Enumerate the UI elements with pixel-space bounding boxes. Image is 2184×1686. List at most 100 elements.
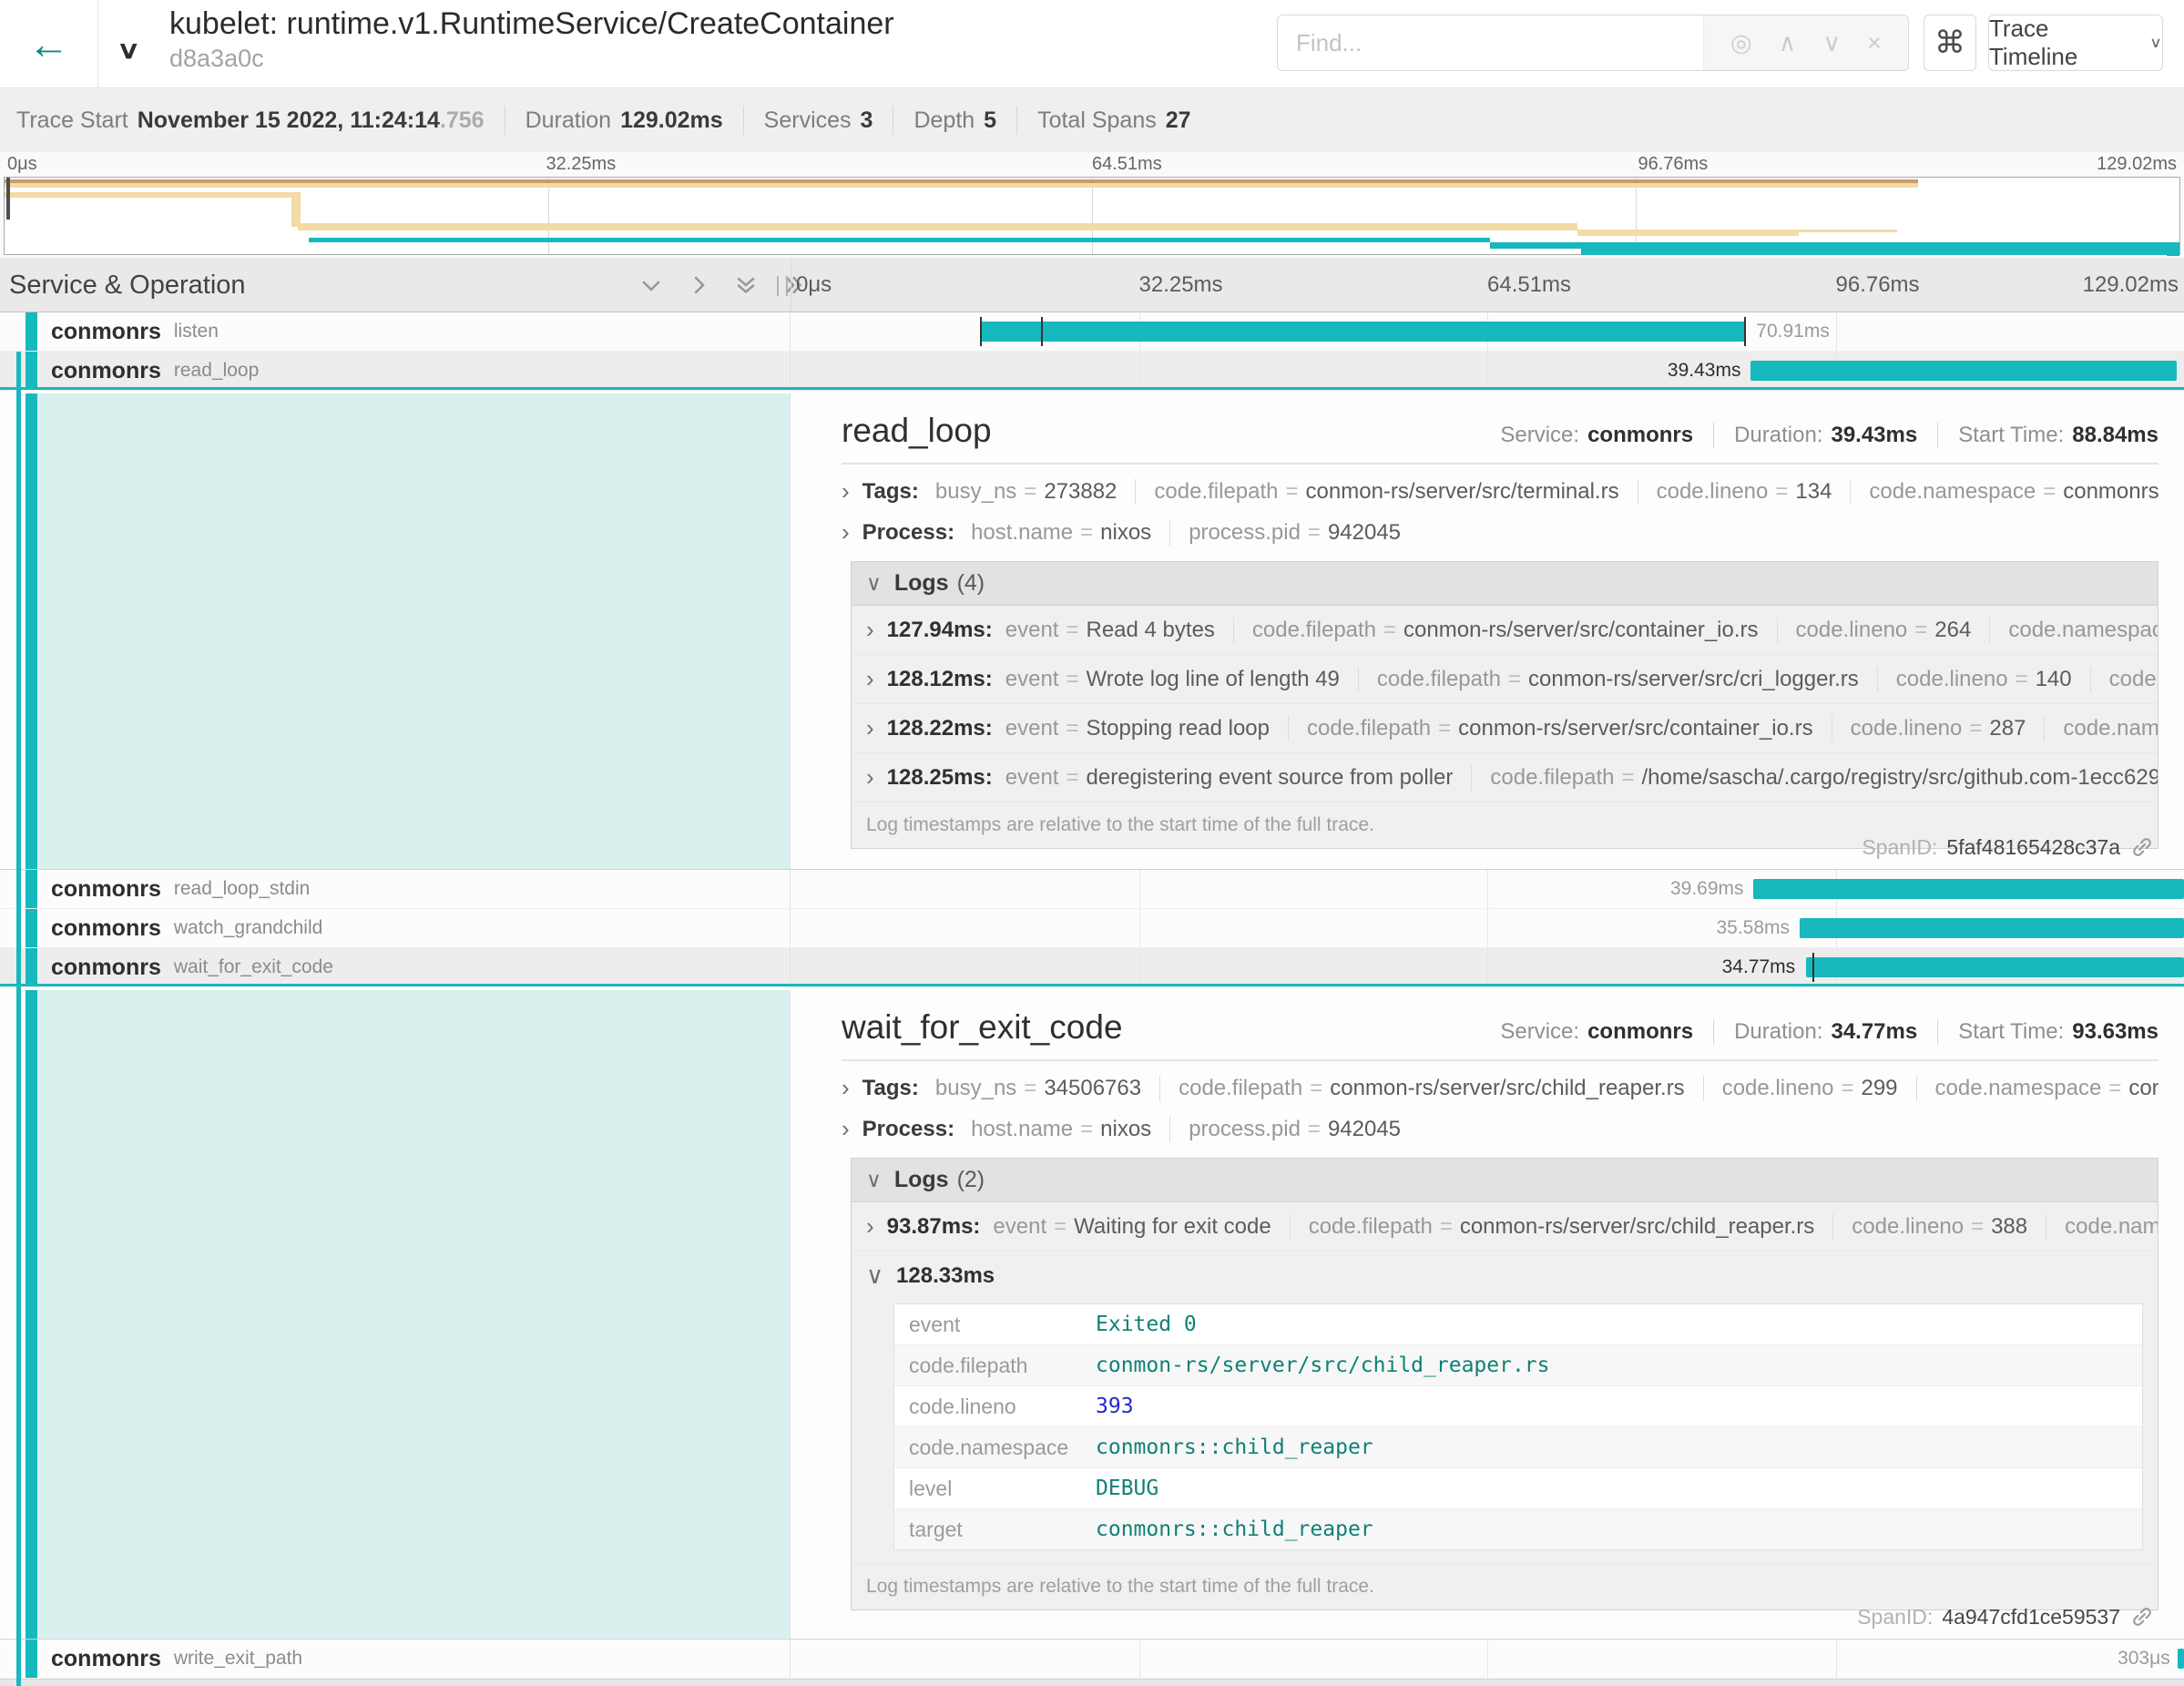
chevron-down-icon: ∨ xyxy=(866,1168,882,1192)
span-id-value: 5faf48165428c37a xyxy=(1946,835,2120,860)
logs-accordion-header[interactable]: ∨ Logs (2) xyxy=(852,1159,2158,1202)
span-row-read-loop[interactable]: conmonrs read_loop 39.43ms xyxy=(0,352,2184,391)
find-prev-icon[interactable]: ∧ xyxy=(1779,29,1797,57)
minimap-gridline xyxy=(548,178,549,254)
process-chip: host.name=nixos xyxy=(971,520,1151,546)
process-chip: process.pid=942045 xyxy=(1169,1117,1401,1142)
logs-section: ∨ Logs (4) › 127.94ms: event=Read 4 byte… xyxy=(851,561,2158,849)
minimap-scrubber-handle[interactable] xyxy=(6,178,10,220)
back-button[interactable]: ← xyxy=(0,0,98,87)
table-row: code.namespaceconmonrs::child_reaper xyxy=(894,1427,2142,1468)
span-log-tick xyxy=(1744,317,1746,346)
span-row-read-loop-stdin[interactable]: conmonrs read_loop_stdin 39.69ms xyxy=(0,870,2184,909)
log-row[interactable]: › 128.22ms: event=Stopping read loop cod… xyxy=(852,703,2158,752)
span-timeline-cell[interactable]: 34.77ms xyxy=(791,948,2184,986)
collapse-all-icon[interactable] xyxy=(732,271,760,299)
tags-accordion[interactable]: › Tags: busy_ns=273882 code.filepath=con… xyxy=(842,477,2158,506)
log-row[interactable]: › 127.94ms: event=Read 4 bytes code.file… xyxy=(852,606,2158,654)
find-next-icon[interactable]: ∨ xyxy=(1822,29,1841,57)
find-clear-icon[interactable]: × xyxy=(1867,29,1882,57)
collapse-one-icon[interactable] xyxy=(638,271,665,299)
find-input[interactable] xyxy=(1278,15,1703,70)
tags-accordion[interactable]: › Tags: busy_ns=34506763 code.filepath=c… xyxy=(842,1074,2158,1102)
tag-chip: code.filepath=conmon-rs/server/src/child… xyxy=(1159,1076,1685,1101)
timeline-column-header: Service & Operation 0μs 32.25ms 64.51ms … xyxy=(0,258,2184,312)
service-color-bar xyxy=(26,948,37,986)
timeline-gridline xyxy=(1487,352,1488,390)
log-chip: event=Read 4 bytes xyxy=(1005,618,1215,643)
detail-meta: Service:conmonrs Duration:34.77ms Start … xyxy=(1500,1019,2158,1045)
span-name-cell[interactable]: conmonrs read_loop xyxy=(0,352,791,390)
minimap-tick: 96.76ms xyxy=(1638,154,1709,175)
operation-name: write_exit_path xyxy=(174,1648,302,1670)
span-id-label: SpanID: xyxy=(1857,1605,1933,1630)
span-bar[interactable] xyxy=(1806,957,2184,977)
span-id-row: SpanID: 4a947cfd1ce59537 xyxy=(1857,1604,2155,1630)
trace-collapse-toggle[interactable]: ∨ xyxy=(117,36,140,65)
span-name-cell[interactable]: conmonrs listen xyxy=(0,312,791,351)
span-log-tick xyxy=(1812,953,1814,982)
minimap-span-bar xyxy=(298,223,1577,230)
span-name-cell[interactable]: conmonrs wait_for_exit_code xyxy=(0,948,791,986)
detail-body: read_loop Service:conmonrs Duration:39.4… xyxy=(791,393,2184,869)
span-log-tick xyxy=(1041,317,1043,346)
span-row-listen[interactable]: conmonrs listen 70.91ms xyxy=(0,312,2184,352)
span-name-cell[interactable]: conmonrs watch_grandchild xyxy=(0,909,791,947)
link-icon[interactable] xyxy=(2129,834,2155,860)
span-timeline-cell[interactable]: 39.43ms xyxy=(791,352,2184,390)
span-bar[interactable] xyxy=(1753,879,2184,899)
span-id-label: SpanID: xyxy=(1862,835,1937,860)
span-row-write-exit-path[interactable]: conmonrs write_exit_path 303μs xyxy=(0,1640,2184,1679)
log-chip: code.lineno=388 xyxy=(1832,1214,2027,1240)
span-duration-label: 39.43ms xyxy=(1668,360,1741,382)
service-color-bar xyxy=(26,870,37,908)
span-row-watch-grandchild[interactable]: conmonrs watch_grandchild 35.58ms xyxy=(0,909,2184,948)
process-accordion[interactable]: › Process: host.name=nixos process.pid=9… xyxy=(842,1115,2158,1143)
detail-duration: Duration:39.43ms xyxy=(1713,423,1917,448)
log-chip: code.filepath=conmon-rs/server/src/conta… xyxy=(1233,618,1759,643)
command-key-icon: ⌘ xyxy=(1934,25,1965,61)
trace-view-selector[interactable]: Trace Timeline ∨ xyxy=(1988,15,2163,71)
column-resize-grip[interactable] xyxy=(777,276,788,296)
log-row[interactable]: › 93.87ms: event=Waiting for exit code c… xyxy=(852,1202,2158,1251)
span-timeline-cell[interactable]: 39.69ms xyxy=(791,870,2184,908)
service-color-bar xyxy=(26,352,37,390)
span-bar[interactable] xyxy=(980,322,1746,342)
detail-title: read_loop xyxy=(842,412,992,450)
timeline-tick: 96.76ms xyxy=(1836,272,1920,298)
process-label: Process: xyxy=(862,520,954,546)
tag-chip: code.filepath=conmon-rs/server/src/termi… xyxy=(1135,479,1618,505)
span-tree-rail xyxy=(16,352,21,1686)
scope-match-icon[interactable]: ◎ xyxy=(1730,29,1752,57)
timeline-gridline xyxy=(1836,1640,1837,1678)
span-name-cell[interactable]: conmonrs write_exit_path xyxy=(0,1640,791,1678)
operation-name: read_loop xyxy=(174,360,259,382)
process-accordion[interactable]: › Process: host.name=nixos process.pid=9… xyxy=(842,518,2158,547)
trace-minimap[interactable]: 0μs 32.25ms 64.51ms 96.76ms 129.02ms xyxy=(0,152,2184,258)
span-row-wait-for-exit-code[interactable]: conmonrs wait_for_exit_code 34.77ms xyxy=(0,948,2184,987)
span-duration-label: 39.69ms xyxy=(1670,878,1744,900)
depth-value: 5 xyxy=(984,107,996,134)
span-timeline-cell[interactable]: 70.91ms xyxy=(791,312,2184,351)
log-row[interactable]: › 128.12ms: event=Wrote log line of leng… xyxy=(852,654,2158,703)
log-chip: event=Stopping read loop xyxy=(1005,716,1270,741)
span-name-cell[interactable]: conmonrs read_loop_stdin xyxy=(0,870,791,908)
services-label: Services xyxy=(764,107,852,134)
detail-duration: Duration:34.77ms xyxy=(1713,1019,1917,1045)
span-timeline-cell[interactable]: 35.58ms xyxy=(791,909,2184,947)
span-bar[interactable] xyxy=(1800,918,2184,938)
chevron-down-icon: ∨ xyxy=(866,1262,883,1290)
app-header: ← ∨ kubelet: runtime.v1.RuntimeService/C… xyxy=(0,0,2184,88)
minimap-canvas[interactable] xyxy=(4,177,2180,255)
log-row-expanded[interactable]: ∨ 128.33ms xyxy=(852,1251,2158,1300)
span-bar[interactable] xyxy=(1750,361,2177,381)
link-icon[interactable] xyxy=(2129,1604,2155,1630)
chevron-right-icon: › xyxy=(842,477,850,506)
span-bar[interactable] xyxy=(2178,1649,2184,1669)
keyboard-shortcuts-button[interactable]: ⌘ xyxy=(1924,15,1976,71)
log-row[interactable]: › 128.25ms: event=deregistering event so… xyxy=(852,752,2158,802)
back-arrow-icon: ← xyxy=(28,19,70,68)
logs-accordion-header[interactable]: ∨ Logs (4) xyxy=(852,562,2158,606)
span-timeline-cell[interactable]: 303μs xyxy=(791,1640,2184,1678)
expand-one-icon[interactable] xyxy=(685,271,712,299)
